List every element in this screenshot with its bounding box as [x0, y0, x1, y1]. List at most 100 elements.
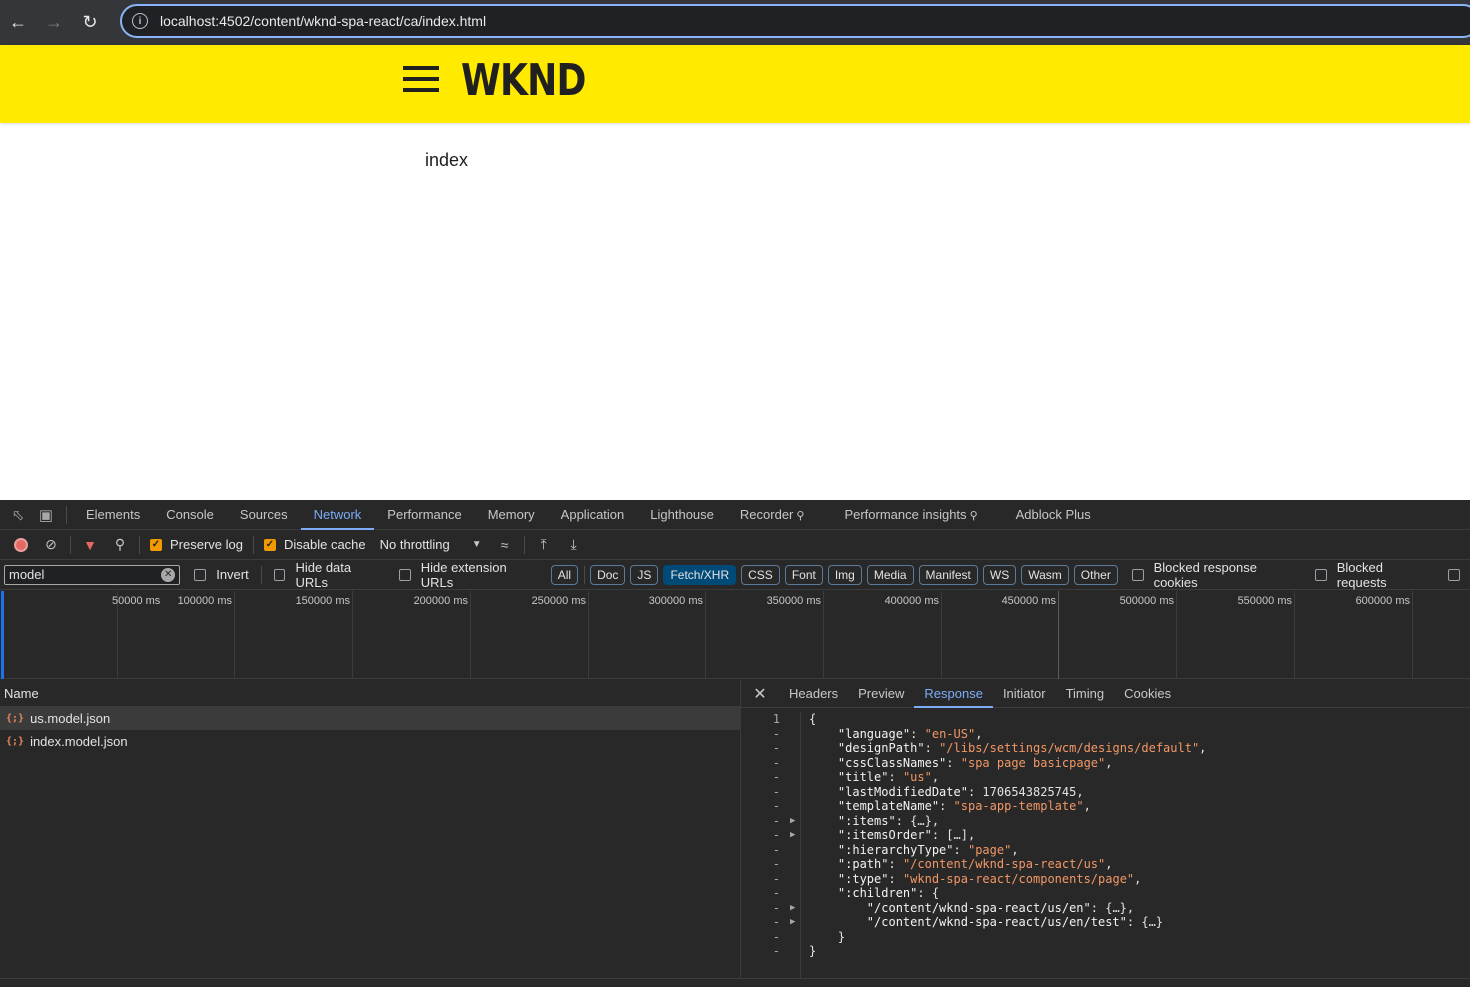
request-name: us.model.json: [30, 711, 111, 726]
site-header: WKND: [0, 45, 1470, 123]
timeline-tick-label: 550000 ms: [1237, 595, 1292, 607]
filter-type-media[interactable]: Media: [866, 564, 914, 585]
tab-headers[interactable]: Headers: [779, 680, 848, 708]
tab-recorder[interactable]: Recorder ⚲: [727, 500, 818, 530]
timeline-tick-label: 300000 ms: [648, 595, 703, 607]
third-party-checkbox[interactable]: [1448, 568, 1470, 581]
filter-type-all[interactable]: All: [550, 564, 579, 585]
tab-application[interactable]: Application: [548, 500, 638, 530]
device-toolbar-icon[interactable]: ▣: [32, 500, 60, 530]
response-code-line: ▶ "/content/wknd-spa-react/us/en": {…},: [790, 900, 1135, 915]
checkbox-unchecked-icon: [398, 568, 411, 581]
tab-lighthouse[interactable]: Lighthouse: [637, 500, 727, 530]
timeline-gridline: 400000 ms: [885, 591, 942, 679]
response-code-line: "language": "en-US",: [837, 726, 983, 741]
timeline-gridline: 350000 ms: [767, 591, 824, 679]
hamburger-menu-icon[interactable]: [403, 66, 439, 92]
tab-console[interactable]: Console: [153, 500, 227, 530]
tab-initiator[interactable]: Initiator: [993, 680, 1056, 708]
blocked-requests-checkbox[interactable]: Blocked requests: [1314, 560, 1434, 590]
filter-type-manifest[interactable]: Manifest: [918, 564, 978, 585]
tab-sources[interactable]: Sources: [227, 500, 301, 530]
line-number: -: [772, 770, 780, 784]
inspect-element-icon[interactable]: ⬁: [4, 500, 32, 530]
timeline-gridline: 200000 ms: [414, 591, 471, 679]
timeline-gridline: 50000 ms: [112, 591, 160, 679]
hide-data-urls-checkbox[interactable]: Hide data URLs: [273, 560, 385, 590]
tab-memory[interactable]: Memory: [475, 500, 548, 530]
filter-icon[interactable]: ▼: [75, 530, 105, 560]
divider: [260, 565, 262, 584]
filter-type-font[interactable]: Font: [784, 564, 823, 585]
tab-performance[interactable]: Performance: [374, 500, 474, 530]
browser-toolbar: ← → ↻ i localhost:4502/content/wknd-spa-…: [0, 0, 1470, 45]
site-logo[interactable]: WKND: [461, 55, 586, 106]
timeline-tick-label: 500000 ms: [1119, 595, 1174, 607]
tab-adblock-plus[interactable]: Adblock Plus: [1003, 500, 1104, 530]
disable-cache-checkbox[interactable]: ✓ Disable cache: [263, 537, 366, 552]
filter-input[interactable]: model ✕: [4, 564, 181, 585]
clear-filter-icon[interactable]: ✕: [161, 567, 176, 582]
response-code-line: }: [809, 929, 846, 944]
throttling-select[interactable]: No throttling ▼: [380, 537, 482, 552]
filter-type-doc[interactable]: Doc: [590, 564, 626, 585]
search-icon[interactable]: ⚲: [105, 530, 135, 560]
filter-type-ws[interactable]: WS: [982, 564, 1017, 585]
line-number: -: [772, 886, 780, 900]
filter-type-js[interactable]: JS: [630, 564, 659, 585]
address-bar[interactable]: i localhost:4502/content/wknd-spa-react/…: [120, 4, 1470, 38]
site-info-icon[interactable]: i: [132, 13, 148, 29]
preserve-log-checkbox[interactable]: ✓ Preserve log: [150, 537, 243, 552]
json-file-icon: {;}: [6, 736, 25, 747]
filter-type-css[interactable]: CSS: [741, 564, 780, 585]
close-icon[interactable]: ✕: [741, 684, 779, 704]
tab-response[interactable]: Response: [914, 680, 993, 708]
request-row[interactable]: {;} index.model.json: [0, 730, 740, 753]
network-conditions-icon[interactable]: ≈: [490, 530, 520, 560]
back-icon[interactable]: ←: [0, 5, 36, 41]
filter-type-fetch-xhr[interactable]: Fetch/XHR: [663, 564, 737, 585]
filter-type-wasm[interactable]: Wasm: [1021, 564, 1069, 585]
filter-type-img[interactable]: Img: [827, 564, 862, 585]
line-number: -: [772, 726, 780, 741]
response-code-line: ▶ ":itemsOrder": […],: [790, 828, 976, 842]
expand-arrow-icon[interactable]: ▶: [790, 828, 795, 843]
export-har-icon[interactable]: ⤓: [559, 530, 589, 560]
line-number-gutter: 1----------------: [741, 712, 801, 987]
response-code-line: ▶ "/content/wknd-spa-react/us/en/test": …: [790, 915, 1164, 929]
disable-cache-label: Disable cache: [283, 537, 366, 552]
blocked-response-cookies-checkbox[interactable]: Blocked response cookies: [1131, 560, 1301, 590]
timeline-tick-label: 200000 ms: [413, 595, 468, 607]
network-toolbar: ⊘ ▼ ⚲ ✓ Preserve log ✓ Disable cache No th…: [0, 530, 1470, 560]
tab-cookies[interactable]: Cookies: [1114, 680, 1181, 708]
record-icon[interactable]: [6, 530, 36, 560]
page-body-text: index: [425, 150, 469, 170]
network-overview-timeline[interactable]: 50000 ms 100000 ms 150000 ms 200000 ms 2…: [0, 591, 1470, 679]
clear-icon[interactable]: ⊘: [36, 530, 66, 560]
request-row[interactable]: {;} us.model.json: [0, 707, 740, 730]
expand-arrow-icon[interactable]: ▶: [790, 901, 795, 916]
expand-arrow-icon[interactable]: ▶: [790, 915, 795, 930]
timeline-tick-label: 350000 ms: [766, 595, 821, 607]
import-har-icon[interactable]: ⤒: [529, 530, 559, 560]
line-number: -: [772, 799, 780, 813]
expand-arrow-icon[interactable]: ▶: [790, 814, 795, 829]
timeline-selection-marker[interactable]: [1, 591, 4, 679]
reload-icon[interactable]: ↻: [72, 5, 108, 41]
tab-elements[interactable]: Elements: [73, 500, 153, 530]
filter-type-other[interactable]: Other: [1073, 564, 1118, 585]
timeline-tick-label: 450000 ms: [1001, 595, 1056, 607]
hide-extension-urls-checkbox[interactable]: Hide extension URLs: [398, 560, 540, 590]
timeline-gridline: 150000 ms: [296, 591, 353, 679]
tab-timing[interactable]: Timing: [1056, 680, 1115, 708]
response-code-line: ":type": "wknd-spa-react/components/page…: [837, 871, 1142, 886]
forward-icon[interactable]: →: [36, 5, 72, 41]
tab-performance-insights[interactable]: Performance insights ⚲: [831, 500, 990, 530]
tab-network[interactable]: Network: [300, 500, 375, 530]
line-number: -: [772, 741, 780, 755]
response-code-line: }: [809, 944, 817, 958]
invert-checkbox[interactable]: Invert: [194, 567, 249, 582]
line-number: -: [772, 842, 780, 857]
tab-preview[interactable]: Preview: [848, 680, 914, 708]
name-column-header[interactable]: Name: [0, 680, 740, 707]
